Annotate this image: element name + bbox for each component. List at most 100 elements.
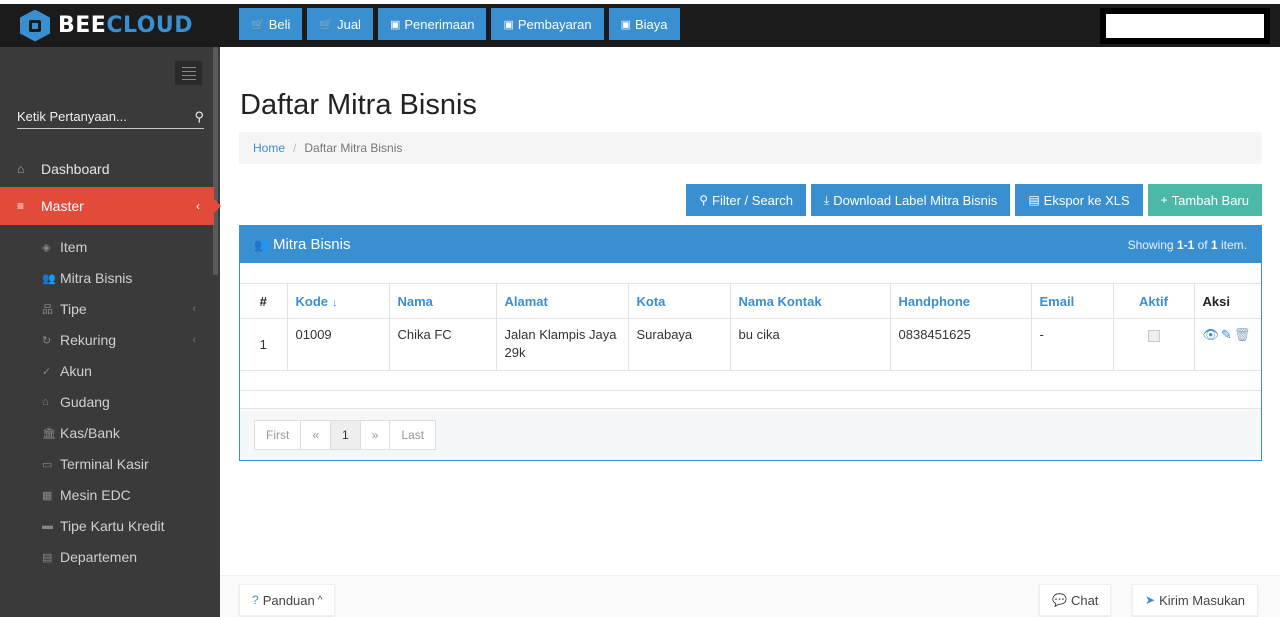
cart-icon: 🛒 xyxy=(251,18,265,31)
export-xls-button[interactable]: ▤ Ekspor ke XLS xyxy=(1015,184,1143,216)
calculator-icon: ▦ xyxy=(42,489,53,502)
nav-penerimaan-button[interactable]: ▣ Penerimaan xyxy=(377,8,487,40)
add-new-button[interactable]: + Tambah Baru xyxy=(1147,184,1262,216)
col-header-aksi: Aksi xyxy=(1194,283,1261,319)
edit-icon[interactable]: ✎ xyxy=(1221,327,1234,342)
sidebar-subitem-tipe[interactable]: 品 Tipe ‹ xyxy=(0,294,214,324)
users-icon: 👥 xyxy=(42,272,56,285)
sidebar-subitem-terminal-kasir[interactable]: ▭ Terminal Kasir xyxy=(0,449,214,479)
col-header-alamat[interactable]: Alamat xyxy=(496,283,629,319)
pagination-current-page[interactable]: 1 xyxy=(330,419,361,450)
search-icon: ⚲ xyxy=(699,193,709,207)
cell-alamat: Jalan Klampis Jaya 29k xyxy=(496,318,629,371)
cell-aktif xyxy=(1113,318,1195,371)
refresh-icon: ↻ xyxy=(42,334,52,347)
chevron-left-icon: ‹ xyxy=(192,303,196,315)
paper-plane-icon: ➤ xyxy=(1145,593,1156,607)
pagination: First « 1 » Last xyxy=(240,408,1261,460)
panel-title: Mitra Bisnis xyxy=(272,236,351,253)
col-header-nama-kontak[interactable]: Nama Kontak xyxy=(730,283,891,319)
pagination-next[interactable]: » xyxy=(359,419,391,450)
sidebar-subitem-kas-bank[interactable]: 🏛 Kas/Bank xyxy=(0,418,214,448)
cell-kota: Surabaya xyxy=(628,318,731,371)
table-empty-row xyxy=(240,370,1261,391)
brand-cloud: CLOUD xyxy=(106,13,194,38)
cube-icon: ◈ xyxy=(42,241,51,254)
pagination-prev[interactable]: « xyxy=(300,419,332,450)
col-header-aktif[interactable]: Aktif xyxy=(1113,283,1195,319)
delete-icon[interactable]: 🗑 xyxy=(1234,327,1253,342)
page-title: Daftar Mitra Bisnis xyxy=(240,89,477,121)
download-label-button[interactable]: ⤓ Download Label Mitra Bisnis xyxy=(810,184,1011,216)
sidebar-item-master[interactable]: ≡ Master ‹ xyxy=(0,187,221,225)
brand-bee: BEE xyxy=(58,13,107,38)
footer-bar: ? Panduan ^ 💬 Chat ➤ Kirim Masukan xyxy=(220,575,1280,617)
sidebar-subitem-gudang[interactable]: ⌂ Gudang xyxy=(0,387,214,417)
money-icon: ▣ xyxy=(389,18,401,31)
cell-kode: 01009 xyxy=(287,318,390,371)
chevron-left-icon: ‹ xyxy=(192,334,196,346)
nav-jual-button[interactable]: 🛒 Jual xyxy=(307,8,373,40)
plus-icon: + xyxy=(1160,193,1168,207)
logo-hexagon-icon xyxy=(20,9,50,42)
pagination-last[interactable]: Last xyxy=(389,419,437,450)
aktif-checkbox[interactable] xyxy=(1147,330,1160,342)
home-icon: ⌂ xyxy=(42,396,49,408)
sidebar-toggle-button[interactable] xyxy=(175,61,202,85)
sidebar-subitem-rekuring[interactable]: ↻ Rekuring ‹ xyxy=(0,325,214,355)
search-icon[interactable]: ⚲ xyxy=(194,109,204,125)
nav-beli-button[interactable]: 🛒 Beli xyxy=(239,8,303,40)
showing-summary: Showing 1-1 of 1 item. xyxy=(1127,237,1247,252)
chat-button[interactable]: 💬 Chat xyxy=(1039,584,1112,616)
sidebar-subitem-tipe-kartu-kredit[interactable]: ▬ Tipe Kartu Kredit xyxy=(0,511,214,541)
filter-search-button[interactable]: ⚲ Filter / Search xyxy=(686,184,806,216)
file-excel-icon: ▤ xyxy=(1028,193,1040,207)
top-bar: BEECLOUD 🛒 Beli 🛒 Jual ▣ Penerimaan ▣ Pembay… xyxy=(0,0,1280,47)
sidebar: Ketik Pertanyaan... ⚲ ⌂ Dashboard ≡ Master… xyxy=(0,47,221,617)
top-nav: 🛒 Beli 🛒 Jual ▣ Penerimaan ▣ Pembayaran ▣ Bia… xyxy=(239,8,680,40)
sidebar-subitem-mesin-edc[interactable]: ▦ Mesin EDC xyxy=(0,480,214,510)
sidebar-subitem-akun[interactable]: ✓ Akun xyxy=(0,356,214,386)
nav-pembayaran-button[interactable]: ▣ Pembayaran xyxy=(491,8,604,40)
breadcrumb-home-link[interactable]: Home xyxy=(253,141,285,155)
col-header-kota[interactable]: Kota xyxy=(628,283,731,319)
users-icon: 👥 xyxy=(254,238,269,252)
col-header-email[interactable]: Email xyxy=(1031,283,1114,319)
check-icon: ✓ xyxy=(42,365,52,378)
action-bar: ⚲ Filter / Search ⤓ Download Label Mitra B… xyxy=(686,184,1262,216)
sidebar-item-dashboard[interactable]: ⌂ Dashboard xyxy=(0,150,214,188)
cart-icon: 🛒 xyxy=(319,18,334,31)
cell-nama: Chika FC xyxy=(389,318,497,371)
sidebar-search-input[interactable]: Ketik Pertanyaan... ⚲ xyxy=(17,105,204,129)
sidebar-subitem-mitra-bisnis[interactable]: 👥 Mitra Bisnis xyxy=(0,263,214,293)
panel-header: 👥 Mitra Bisnis Showing 1-1 of 1 item. xyxy=(240,226,1261,263)
pagination-first[interactable]: First xyxy=(254,419,302,450)
view-icon[interactable]: 👁 xyxy=(1203,327,1222,342)
panduan-button[interactable]: ? Panduan ^ xyxy=(239,584,336,616)
breadcrumb-current: Daftar Mitra Bisnis xyxy=(304,141,403,155)
col-header-number: # xyxy=(240,283,288,319)
col-header-handphone[interactable]: Handphone xyxy=(890,283,1032,319)
cell-nama-kontak: bu cika xyxy=(730,318,891,371)
nav-biaya-button[interactable]: ▣ Biaya xyxy=(608,8,680,40)
chevron-up-icon: ^ xyxy=(317,594,323,606)
sort-icon[interactable]: ↓ xyxy=(332,297,338,309)
col-header-kode[interactable]: Kode ↓ xyxy=(287,283,390,319)
mitra-bisnis-table: # Kode ↓ Nama Alamat Kota Nama Kontak Han… xyxy=(240,283,1261,391)
sitemap-icon: 品 xyxy=(42,304,53,316)
sidebar-subitem-departemen[interactable]: ▤ Departemen xyxy=(0,542,214,572)
database-icon: ≡ xyxy=(17,199,25,213)
brand-logo[interactable]: BEECLOUD xyxy=(0,4,220,47)
kirim-masukan-button[interactable]: ➤ Kirim Masukan xyxy=(1132,584,1259,616)
credit-card-icon: ▬ xyxy=(42,520,53,532)
user-menu[interactable] xyxy=(1100,8,1270,44)
building-icon: ▤ xyxy=(42,551,53,564)
sidebar-subitem-item[interactable]: ◈ Item xyxy=(0,232,214,262)
cell-handphone: 0838451625 xyxy=(890,318,1032,371)
table-header-row: # Kode ↓ Nama Alamat Kota Nama Kontak Han… xyxy=(240,283,1261,319)
home-icon: ⌂ xyxy=(17,162,25,176)
col-header-nama[interactable]: Nama xyxy=(389,283,497,319)
money-icon: ▣ xyxy=(620,18,631,31)
breadcrumb-separator: / xyxy=(293,141,297,155)
cell-email: - xyxy=(1031,318,1114,371)
